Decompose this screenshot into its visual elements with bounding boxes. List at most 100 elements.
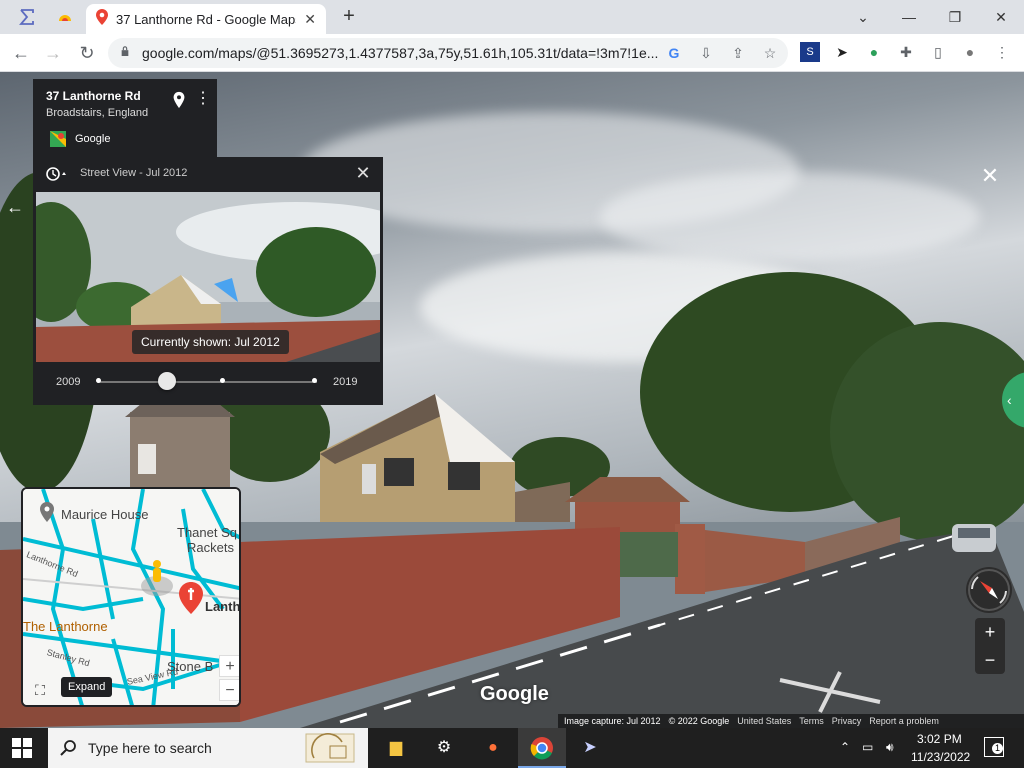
timeline-dot[interactable]: [312, 378, 317, 383]
url-text[interactable]: google.com/maps/@51.3695273,1.4377587,3a…: [142, 45, 662, 61]
end-year: 2019: [333, 376, 358, 388]
place-pin-icon: [40, 502, 54, 522]
timeline-dot[interactable]: [220, 378, 225, 383]
chevron-left-icon: ‹: [1007, 392, 1012, 408]
profile-avatar-icon[interactable]: ●: [960, 42, 980, 62]
map-label: Lantho: [205, 599, 241, 614]
forward-icon[interactable]: →: [42, 42, 64, 64]
extension-grammarly-icon[interactable]: ●: [864, 42, 884, 62]
volume-icon[interactable]: 🔊︎: [886, 740, 894, 755]
google-watermark: Google: [480, 683, 549, 705]
map-label: Maurice House: [61, 507, 149, 522]
chrome-icon: [530, 737, 553, 760]
screen: 37 Lanthorne Rd - Google Maps ✕ + ⌄ — ❐ …: [0, 0, 1024, 768]
privacy-link[interactable]: Privacy: [832, 716, 862, 726]
terms-link[interactable]: Terms: [799, 716, 824, 726]
timeline-track[interactable]: [97, 381, 317, 383]
reload-icon[interactable]: ↻: [76, 42, 98, 64]
mini-map[interactable]: Maurice House Thanet Sq Rackets Lanthorn…: [21, 487, 241, 707]
settings-gear-icon[interactable]: ⚙: [432, 736, 456, 760]
cursor-app-icon[interactable]: ➤: [578, 736, 602, 760]
extension-cursor-icon[interactable]: ➤: [832, 42, 852, 62]
map-footer: Image capture: Jul 2012 © 2022 Google Un…: [558, 714, 1024, 728]
restore-icon[interactable]: ❐: [944, 6, 966, 28]
minimize-icon[interactable]: —: [898, 6, 920, 28]
address-bar: ← → ↻ google.com/maps/@51.3695273,1.4377…: [0, 34, 1024, 72]
provider-name: Google: [75, 133, 111, 145]
file-explorer-icon[interactable]: ▆: [384, 736, 408, 760]
active-tab[interactable]: 37 Lanthorne Rd - Google Maps ✕: [86, 4, 326, 34]
compass-icon: [968, 569, 1010, 611]
map-label: Rackets: [187, 540, 234, 555]
mini-map-zoom-out-icon[interactable]: −: [219, 679, 239, 701]
close-window-icon[interactable]: ✕: [990, 6, 1012, 28]
close-street-view-icon[interactable]: ✕: [978, 164, 1002, 188]
notifications-icon[interactable]: 1: [984, 737, 1004, 757]
back-arrow-icon[interactable]: ←: [0, 192, 30, 222]
timeline-slider-thumb[interactable]: [158, 372, 176, 390]
zoom-in-icon[interactable]: +: [975, 618, 1005, 646]
search-icon: [60, 740, 76, 756]
notification-count: 1: [992, 743, 1003, 754]
search-placeholder: Type here to search: [88, 740, 212, 756]
taskbar: Type here to search ▆ ⚙ ● ➤ ⌃ ▭ 🔊︎ 3:02 …: [0, 728, 1024, 768]
current-date-tooltip: Currently shown: Jul 2012: [132, 330, 289, 354]
compass-button[interactable]: [966, 567, 1012, 613]
address-card: 37 Lanthorne Rd Broadstairs, England ⋮ G…: [33, 79, 217, 159]
clock-time[interactable]: 3:02 PM: [917, 732, 962, 746]
firefox-icon[interactable]: ●: [481, 736, 505, 760]
zoom-out-icon[interactable]: −: [975, 646, 1005, 674]
map-label: Stone B: [167, 659, 214, 674]
tab-bar: 37 Lanthorne Rd - Google Maps ✕ + ⌄ — ❐ …: [0, 0, 1024, 34]
time-machine-header: Street View - Jul 2012 ✕: [33, 157, 383, 189]
tab-title: 37 Lanthorne Rd - Google Maps: [116, 11, 296, 27]
timeline-dot[interactable]: [96, 378, 101, 383]
mini-map-zoom-in-icon[interactable]: +: [219, 655, 239, 677]
search-highlight-icon[interactable]: [304, 732, 356, 764]
close-time-machine-icon[interactable]: ✕: [353, 163, 373, 183]
tab-search-chevron-icon[interactable]: ⌄: [852, 6, 874, 28]
windows-start-icon[interactable]: [12, 738, 32, 758]
google-lens-icon[interactable]: G: [664, 43, 684, 63]
pinned-tab-icon[interactable]: [54, 6, 76, 28]
tab-close-icon[interactable]: ✕: [304, 11, 316, 28]
show-hidden-icons[interactable]: ⌃: [840, 740, 850, 754]
extensions-puzzle-icon[interactable]: ✚: [896, 42, 916, 62]
zoom-control: + −: [975, 618, 1005, 674]
new-tab-icon[interactable]: +: [338, 6, 360, 28]
map-label: Thanet Sq: [177, 525, 237, 540]
time-machine-label: Street View - Jul 2012: [80, 167, 188, 179]
time-machine-panel: Street View - Jul 2012 ✕ Currently shown…: [33, 157, 383, 405]
taskbar-search[interactable]: Type here to search: [48, 728, 368, 768]
menu-kebab-icon[interactable]: ⋮: [992, 42, 1012, 62]
bookmark-star-icon[interactable]: ☆: [760, 43, 780, 63]
map-pin-icon[interactable]: [171, 91, 187, 109]
expand-map-icon[interactable]: ⛶: [29, 679, 51, 701]
history-preview-image[interactable]: Currently shown: Jul 2012: [36, 192, 380, 362]
address-subtitle: Broadstairs, England: [46, 107, 149, 119]
maps-favicon-icon: [96, 8, 108, 30]
google-maps-icon: [50, 131, 66, 147]
copyright: © 2022 Google: [668, 716, 730, 726]
history-clock-icon[interactable]: [45, 166, 67, 182]
install-icon[interactable]: ⇩: [696, 43, 716, 63]
chrome-taskbar-button[interactable]: [518, 728, 566, 768]
side-panel-icon[interactable]: ▯: [928, 42, 948, 62]
omnibox[interactable]: google.com/maps/@51.3695273,1.4377587,3a…: [108, 38, 788, 68]
more-options-icon[interactable]: ⋮: [195, 89, 211, 111]
extension-1-icon[interactable]: S: [800, 42, 820, 62]
address-title: 37 Lanthorne Rd: [46, 89, 141, 103]
location-pin-icon[interactable]: [178, 581, 204, 615]
region-link[interactable]: United States: [737, 716, 791, 726]
pegman-icon[interactable]: [148, 559, 166, 589]
clock-date[interactable]: 11/23/2022: [911, 750, 970, 764]
map-label: The Lanthorne: [23, 619, 108, 634]
report-problem-link[interactable]: Report a problem: [869, 716, 939, 726]
share-icon[interactable]: ⇪: [728, 43, 748, 63]
image-capture-date: Image capture: Jul 2012: [564, 716, 661, 726]
lock-icon[interactable]: [120, 46, 130, 56]
back-icon[interactable]: ←: [10, 42, 32, 64]
network-icon[interactable]: ▭: [862, 740, 873, 754]
start-year: 2009: [56, 376, 81, 388]
tab-search-icon[interactable]: [16, 6, 38, 28]
